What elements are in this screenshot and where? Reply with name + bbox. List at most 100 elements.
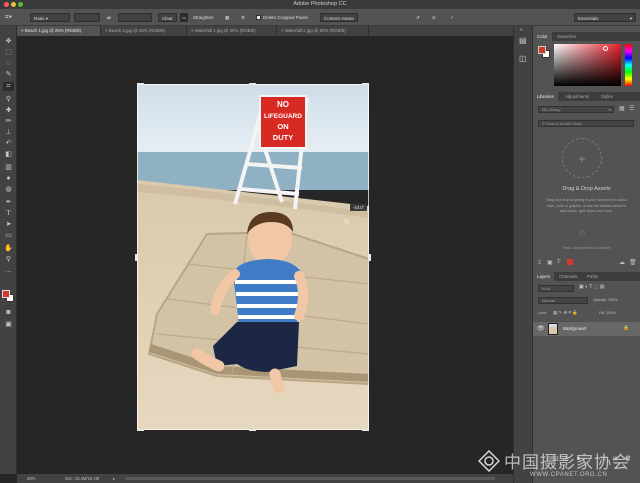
tab-swatches[interactable]: Swatches [553, 32, 580, 41]
upload-icon[interactable]: ⇪ [537, 259, 542, 266]
swap-icon[interactable]: ⇄ [107, 13, 111, 22]
filter-icons[interactable]: ▣ ◐ T ⬚ ▤ [579, 284, 605, 290]
crop-handle-bottom[interactable] [249, 429, 256, 431]
cancel-crop-icon[interactable]: ⊘ [432, 13, 436, 22]
fg-swatch[interactable] [538, 46, 546, 54]
status-arrow-icon[interactable]: ▸ [113, 474, 115, 483]
zoom-level[interactable]: 25% [27, 474, 35, 483]
commit-crop-icon[interactable]: ✓ [450, 13, 454, 22]
workspace-select[interactable]: Essentials ▾ [574, 13, 636, 22]
tab-document-1[interactable]: × Beach 1.jpg @ 25% (RGB/8) [17, 26, 101, 36]
cloud-icon[interactable]: ☁ [619, 259, 625, 266]
screen-mode-icon[interactable]: ▣ [3, 320, 14, 329]
lock-icons[interactable]: ▦ ✎ ✥ ⌗ 🔒 [553, 310, 578, 316]
clear-button[interactable]: Clear [158, 13, 177, 22]
document-image[interactable]: NO LIFEGUARD ON DUTY [137, 84, 369, 430]
view-library-link[interactable]: View Library from Document [533, 246, 640, 250]
rotate-cursor-icon: ↻ [344, 219, 350, 226]
add-text-icon[interactable]: T [557, 259, 561, 265]
move-tool-icon[interactable]: ✥ [3, 37, 14, 46]
tab-channels[interactable]: Channels [555, 272, 582, 281]
lasso-tool-icon[interactable]: ◌ [3, 59, 14, 68]
type-tool-icon[interactable]: T [3, 209, 14, 218]
tab-document-2[interactable]: × Beach 2.jpg @ 25% (RGB/8) [101, 26, 187, 36]
stamp-tool-icon[interactable]: ⊥ [3, 128, 14, 137]
content-aware-button[interactable]: Content-Aware [320, 13, 358, 22]
add-asset-icon[interactable]: + [562, 138, 602, 178]
crop-tool-icon[interactable]: ⌗▾ [5, 13, 12, 22]
fill-field[interactable]: Fill: 100% [599, 311, 616, 315]
overlay-grid-icon[interactable]: ▦ [225, 13, 229, 22]
eye-icon[interactable]: 👁 [537, 325, 545, 332]
quick-select-tool-icon[interactable]: ✎ [3, 70, 14, 79]
add-graphic-icon[interactable]: ▣ [547, 259, 553, 266]
blend-mode-select[interactable]: Normal [538, 297, 588, 304]
crop-handle-bottom-left[interactable] [137, 429, 144, 431]
gear-icon[interactable]: ⚙ [241, 13, 245, 22]
layer-lock-icon: 🔒 [623, 325, 630, 331]
ratio-select[interactable]: Ratio ▾ [30, 13, 70, 22]
stock-search-input[interactable]: ⚲ Search Adobe Stock [538, 120, 634, 127]
reset-icon[interactable]: ↺ [416, 13, 420, 22]
checkbox-icon [256, 15, 261, 21]
library-select[interactable]: My Library ▾ [538, 106, 614, 113]
tab-document-3[interactable]: × Waterfall 1.jpg @ 50% (RGB/8) [187, 26, 277, 36]
tab-color[interactable]: Color [533, 32, 552, 41]
hue-slider[interactable] [625, 44, 632, 86]
history-panel-icon[interactable]: ▤ [519, 36, 527, 45]
blur-tool-icon[interactable]: ● [3, 174, 14, 183]
straighten-label[interactable]: Straighten [193, 13, 214, 22]
gradient-tool-icon[interactable]: ▥ [3, 163, 14, 172]
color-panel-tabs: Color Swatches [533, 32, 640, 41]
history-brush-icon[interactable]: ↶ [3, 139, 14, 148]
tab-document-4[interactable]: × Waterfall 2.jpg @ 50% (RGB/8) [277, 26, 369, 36]
crop-handle-bottom-right[interactable] [362, 429, 369, 431]
collapse-panels-icon[interactable]: « [520, 27, 523, 33]
foreground-color-swatch[interactable] [2, 290, 10, 298]
blend-mode-value: Normal [542, 298, 555, 303]
delete-cropped-checkbox[interactable]: Delete Cropped Pixels [256, 13, 308, 22]
opacity-field[interactable]: Opacity: 100% [593, 298, 618, 302]
eraser-tool-icon[interactable]: ◧ [3, 150, 14, 159]
grid-view-icon[interactable]: ▦ [619, 105, 625, 112]
more-tools-icon[interactable]: … [3, 266, 14, 275]
color-field[interactable] [554, 44, 621, 86]
layer-filter-select[interactable]: Kind [538, 285, 574, 292]
tab-libraries[interactable]: Libraries [533, 92, 558, 101]
height-field[interactable] [118, 13, 152, 22]
doc-size[interactable]: Doc: 18.4M/18.4M [65, 474, 99, 483]
properties-panel-icon[interactable]: ◫ [519, 54, 527, 63]
quick-mask-icon[interactable]: ◙ [3, 308, 14, 317]
crop-handle-left[interactable] [135, 254, 137, 261]
list-view-icon[interactable]: ☰ [629, 105, 634, 112]
crop-tool-icon[interactable]: ⌗ [3, 82, 14, 91]
watermark-logo [478, 450, 500, 472]
trash-icon[interactable]: 🗑 [629, 259, 637, 266]
tab-layers[interactable]: Layers [533, 272, 555, 281]
eyedropper-tool-icon[interactable]: ⚲ [3, 95, 14, 104]
hand-tool-icon[interactable]: ✋ [3, 244, 14, 253]
delete-cropped-label: Delete Cropped Pixels [263, 15, 308, 20]
crop-handle-top-left[interactable] [137, 83, 144, 85]
zoom-tool-icon[interactable]: ⚲ [3, 255, 14, 264]
tab-adjustments[interactable]: Adjustments [561, 92, 593, 101]
healing-tool-icon[interactable]: ✚ [3, 106, 14, 115]
crop-handle-top[interactable] [249, 83, 256, 85]
shape-tool-icon[interactable]: ▭ [3, 231, 14, 240]
horizontal-scrollbar[interactable] [125, 477, 495, 480]
dodge-tool-icon[interactable]: ◍ [3, 185, 14, 194]
crop-handle-right[interactable] [369, 254, 371, 261]
brush-tool-icon[interactable]: ✏ [3, 117, 14, 126]
tab-paths[interactable]: Paths [583, 272, 602, 281]
layer-row[interactable]: 👁 Background 🔒 [533, 322, 640, 336]
crop-handle-top-right[interactable] [362, 83, 369, 85]
pen-tool-icon[interactable]: ✒ [3, 198, 14, 207]
add-color-icon[interactable] [567, 259, 573, 265]
path-select-icon[interactable]: ➤ [3, 220, 14, 229]
straighten-icon[interactable]: ▭ [180, 13, 189, 22]
tab-styles[interactable]: Styles [597, 92, 617, 101]
info-icon[interactable]: ⓘ [579, 229, 585, 238]
marquee-tool-icon[interactable]: ⬚ [3, 48, 14, 57]
panels-column: Color Swatches Libraries Adjustments Sty… [533, 26, 640, 483]
width-field[interactable] [74, 13, 100, 22]
